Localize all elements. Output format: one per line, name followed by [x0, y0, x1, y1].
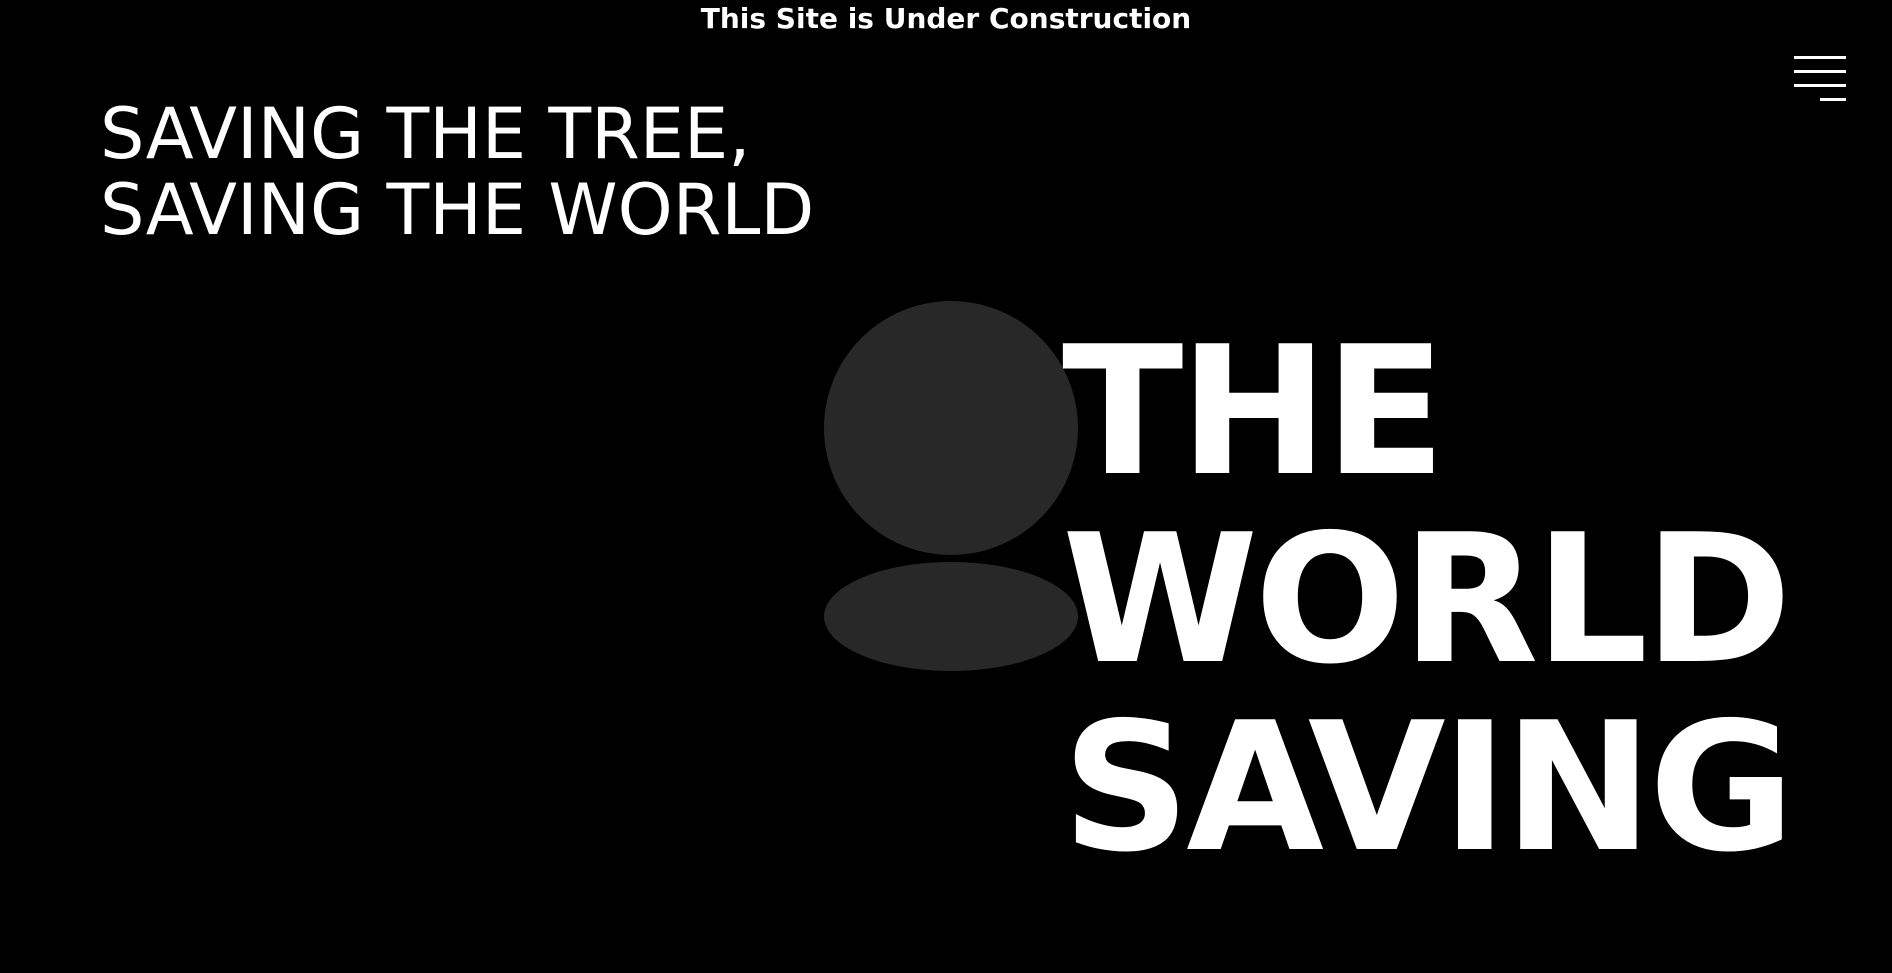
tagline-line-1: SAVING THE TREE,: [100, 93, 751, 175]
hero-line-3: SAVING: [1062, 684, 1795, 891]
under-construction-banner: This Site is Under Construction: [700, 1, 1192, 35]
tagline-line-2: SAVING THE WORLD: [100, 169, 815, 251]
hero-line-1: THE: [1062, 308, 1446, 515]
avatar-body: [824, 562, 1078, 671]
hero-title: THE WORLD SAVING: [1062, 308, 1795, 891]
avatar-head: [824, 301, 1078, 555]
menu-line: [1794, 84, 1846, 87]
tagline: SAVING THE TREE, SAVING THE WORLD: [100, 96, 814, 248]
user-placeholder-icon: [824, 301, 1078, 671]
hero-line-2: WORLD: [1062, 496, 1792, 703]
page: This Site is Under Construction SAVING T…: [0, 0, 1892, 973]
menu-line: [1794, 70, 1846, 73]
menu-line: [1794, 56, 1846, 59]
menu-line: [1820, 98, 1846, 101]
hamburger-menu-icon[interactable]: [1794, 56, 1846, 102]
